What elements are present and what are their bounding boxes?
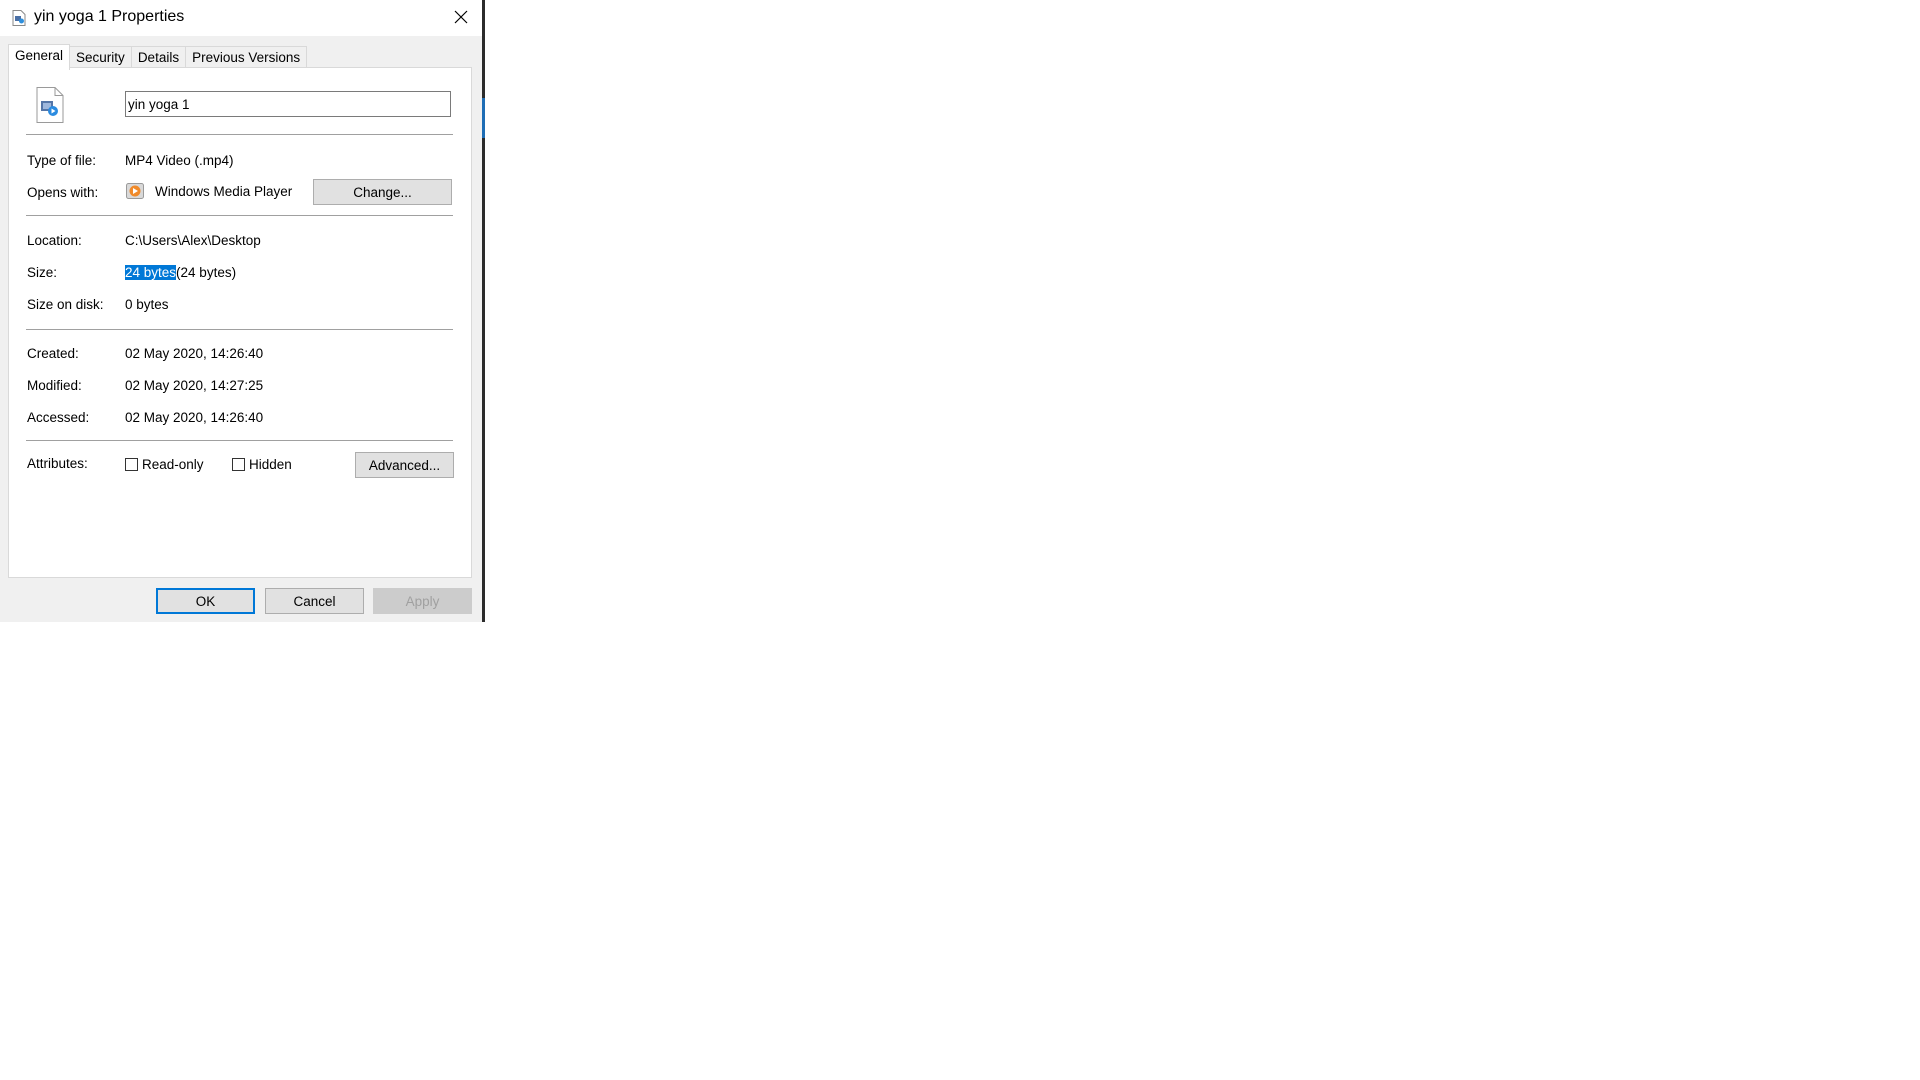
read-only-checkbox[interactable]: Read-only bbox=[125, 457, 204, 472]
created-label: Created: bbox=[27, 346, 79, 361]
read-only-checkbox-label: Read-only bbox=[142, 457, 204, 472]
separator bbox=[26, 134, 453, 136]
hidden-checkbox-label: Hidden bbox=[249, 457, 292, 472]
type-of-file-label: Type of file: bbox=[27, 153, 97, 168]
hidden-checkbox-box[interactable] bbox=[232, 458, 245, 471]
title-bar[interactable]: yin yoga 1 Properties bbox=[0, 0, 482, 36]
read-only-checkbox-box[interactable] bbox=[125, 458, 138, 471]
properties-dialog: yin yoga 1 Properties General Security D… bbox=[0, 0, 482, 622]
general-panel: Type of file: MP4 Video (.mp4) Opens wit… bbox=[8, 67, 472, 578]
separator bbox=[26, 440, 453, 442]
tab-general[interactable]: General bbox=[8, 44, 71, 70]
opens-with-value: Windows Media Player bbox=[155, 184, 293, 199]
size-value-bytes: (24 bytes) bbox=[176, 265, 237, 280]
windows-media-player-icon bbox=[126, 183, 144, 199]
modified-value: 02 May 2020, 14:27:25 bbox=[125, 378, 264, 393]
size-label: Size: bbox=[27, 265, 58, 280]
close-icon bbox=[454, 10, 468, 24]
change-button[interactable]: Change... bbox=[313, 179, 452, 205]
size-on-disk-value: 0 bytes bbox=[125, 297, 169, 312]
location-value: C:\Users\Alex\Desktop bbox=[125, 233, 261, 248]
accessed-value: 02 May 2020, 14:26:40 bbox=[125, 410, 264, 425]
modified-label: Modified: bbox=[27, 378, 82, 393]
separator bbox=[26, 329, 453, 331]
accessed-label: Accessed: bbox=[27, 410, 90, 425]
opens-with-label: Opens with: bbox=[27, 185, 99, 200]
location-label: Location: bbox=[27, 233, 82, 248]
window-edge-accent bbox=[482, 98, 485, 138]
attributes-label: Attributes: bbox=[27, 456, 88, 471]
type-of-file-value: MP4 Video (.mp4) bbox=[125, 153, 234, 168]
tab-strip: General Security Details Previous Versio… bbox=[8, 44, 308, 70]
close-button[interactable] bbox=[440, 0, 482, 34]
cancel-button[interactable]: Cancel bbox=[265, 588, 364, 614]
file-name-input[interactable] bbox=[125, 91, 451, 117]
tab-details[interactable]: Details bbox=[130, 46, 187, 69]
video-file-icon bbox=[12, 10, 26, 26]
window-edge bbox=[482, 0, 485, 622]
size-value-selected: 24 bytes bbox=[125, 265, 177, 280]
tab-security[interactable]: Security bbox=[69, 46, 132, 69]
created-value: 02 May 2020, 14:26:40 bbox=[125, 346, 264, 361]
window-title: yin yoga 1 Properties bbox=[34, 8, 185, 25]
size-on-disk-label: Size on disk: bbox=[27, 297, 104, 312]
tab-previous-versions[interactable]: Previous Versions bbox=[185, 46, 308, 69]
ok-button[interactable]: OK bbox=[156, 588, 255, 614]
advanced-button[interactable]: Advanced... bbox=[355, 452, 454, 478]
separator bbox=[26, 215, 453, 217]
apply-button[interactable]: Apply bbox=[373, 588, 472, 614]
hidden-checkbox[interactable]: Hidden bbox=[232, 457, 292, 472]
size-value[interactable]: 24 bytes(24 bytes) bbox=[125, 265, 236, 280]
video-file-icon bbox=[36, 87, 64, 123]
